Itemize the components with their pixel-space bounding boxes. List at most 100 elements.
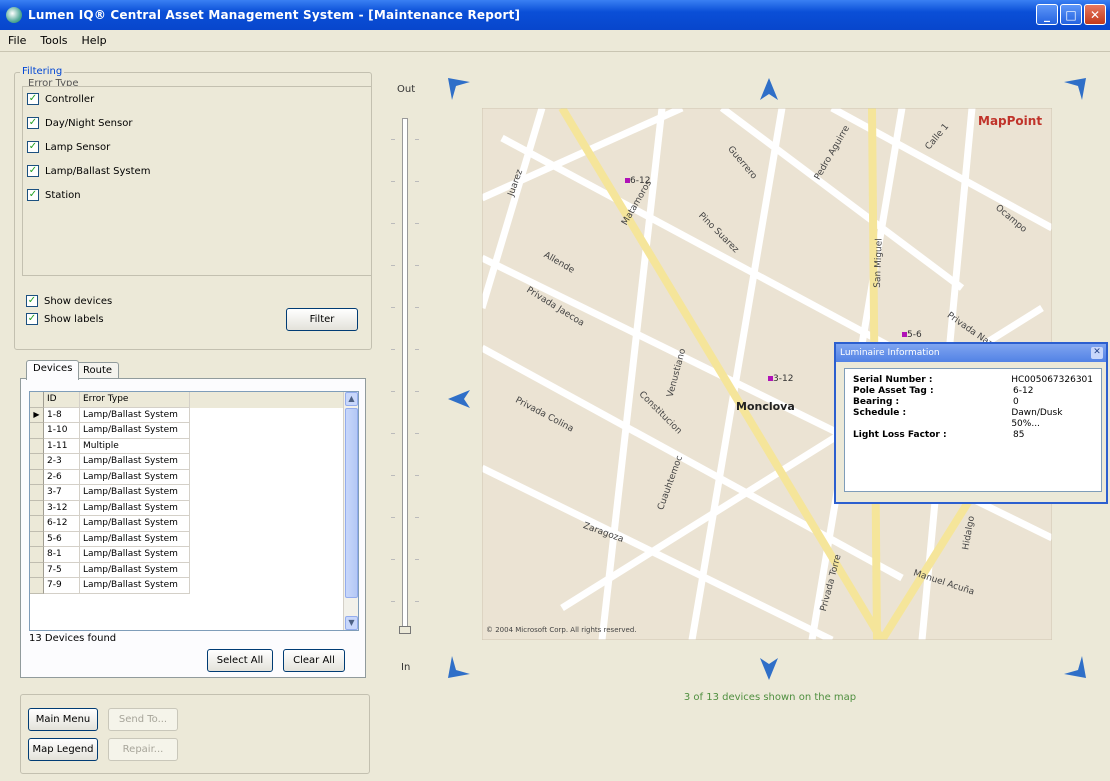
devices-panel: ID Error Type ▶ 1-8 Lamp/Ballast System 1-1… [20, 378, 366, 678]
send-to-button[interactable]: Send To... [108, 708, 178, 731]
scroll-up-icon[interactable]: ▲ [345, 392, 358, 406]
cell-id: 2-3 [44, 454, 80, 470]
row-selector[interactable] [30, 516, 44, 532]
scroll-thumb[interactable] [345, 408, 358, 598]
cell-id: 5-6 [44, 531, 80, 547]
info-row: Serial Number : HC005067326301 [853, 375, 1093, 386]
column-header-error-type[interactable]: Error Type [80, 392, 190, 408]
select-all-button[interactable]: Select All [207, 649, 273, 672]
table-row[interactable]: 7-9 Lamp/Ballast System [30, 578, 358, 594]
device-label: 3-12 [773, 374, 794, 384]
table-row[interactable]: 8-1 Lamp/Ballast System [30, 547, 358, 563]
zoom-tick [415, 433, 419, 434]
cell-id: 3-12 [44, 500, 80, 516]
menu-help[interactable]: Help [82, 34, 107, 47]
zoom-tick [391, 601, 395, 602]
pan-northeast-icon[interactable] [1062, 76, 1088, 102]
maximize-button[interactable]: □ [1060, 4, 1082, 25]
pan-northwest-icon[interactable] [446, 76, 472, 102]
checkbox-lamp-ballast-system[interactable]: ✓ Lamp/Ballast System [23, 159, 371, 183]
row-selector[interactable] [30, 562, 44, 578]
column-header-id[interactable]: ID [44, 392, 80, 408]
cell-error-type: Lamp/Ballast System [80, 531, 190, 547]
info-window-titlebar: Luminaire Information ✕ [836, 344, 1106, 362]
minimize-button[interactable]: _ [1036, 4, 1058, 25]
row-selector[interactable] [30, 454, 44, 470]
row-selector[interactable] [30, 438, 44, 454]
pan-west-icon[interactable] [446, 386, 472, 412]
table-row[interactable]: 1-10 Lamp/Ballast System [30, 423, 358, 439]
table-row[interactable]: 6-12 Lamp/Ballast System [30, 516, 358, 532]
map-legend-button[interactable]: Map Legend [28, 738, 98, 761]
row-selector[interactable] [30, 469, 44, 485]
table-row[interactable]: 7-5 Lamp/Ballast System [30, 562, 358, 578]
zoom-tick [391, 559, 395, 560]
pan-north-icon[interactable] [756, 76, 782, 102]
close-icon[interactable]: ✕ [1091, 347, 1103, 359]
checkbox-controller[interactable]: ✓ Controller [23, 87, 371, 111]
scroll-down-icon[interactable]: ▼ [345, 616, 358, 630]
info-row: Bearing : 0 [853, 397, 1093, 408]
checkbox-label: Day/Night Sensor [45, 117, 133, 129]
cell-id: 1-11 [44, 438, 80, 454]
row-selector[interactable] [30, 578, 44, 594]
cell-id: 2-6 [44, 469, 80, 485]
row-selector[interactable] [30, 547, 44, 563]
devices-table: ID Error Type ▶ 1-8 Lamp/Ballast System 1-1… [29, 391, 359, 631]
check-icon: ✓ [27, 189, 39, 201]
filter-button[interactable]: Filter [286, 308, 358, 331]
device-marker[interactable]: 5-6 [902, 330, 922, 340]
clear-all-button[interactable]: Clear All [283, 649, 345, 672]
zoom-slider-thumb[interactable] [399, 626, 411, 634]
menu-tools[interactable]: Tools [40, 34, 67, 47]
row-selector[interactable] [30, 423, 44, 439]
info-key: Light Loss Factor : [853, 430, 947, 440]
zoom-tick [415, 139, 419, 140]
row-selector[interactable] [30, 485, 44, 501]
street-label: San Miguel [872, 238, 885, 288]
zoom-tick [415, 181, 419, 182]
cell-error-type: Lamp/Ballast System [80, 562, 190, 578]
cell-error-type: Lamp/Ballast System [80, 469, 190, 485]
table-row[interactable]: ▶ 1-8 Lamp/Ballast System [30, 407, 358, 423]
table-row[interactable]: 3-7 Lamp/Ballast System [30, 485, 358, 501]
checkbox-show-labels[interactable]: ✓ Show labels [22, 310, 104, 328]
zoom-tick [391, 349, 395, 350]
menu-file[interactable]: File [8, 34, 26, 47]
table-row[interactable]: 5-6 Lamp/Ballast System [30, 531, 358, 547]
pan-southwest-icon[interactable] [446, 654, 472, 680]
row-selector[interactable] [30, 531, 44, 547]
zoom-tick [391, 223, 395, 224]
zoom-tick [415, 265, 419, 266]
window-controls: _ □ ✕ [1036, 4, 1106, 25]
zoom-tick [391, 265, 395, 266]
checkbox-lamp-sensor[interactable]: ✓ Lamp Sensor [23, 135, 371, 159]
check-icon: ✓ [27, 165, 39, 177]
table-row[interactable]: 2-6 Lamp/Ballast System [30, 469, 358, 485]
zoom-tick [415, 223, 419, 224]
cell-error-type: Lamp/Ballast System [80, 547, 190, 563]
checkbox-label: Lamp/Ballast System [45, 165, 151, 177]
pan-southeast-icon[interactable] [1062, 654, 1088, 680]
checkbox-show-devices[interactable]: ✓ Show devices [22, 292, 112, 310]
current-row-indicator-icon[interactable]: ▶ [30, 407, 44, 423]
checkbox-label: Show labels [44, 313, 104, 325]
window-title: Lumen IQ® Central Asset Management Syste… [28, 8, 521, 22]
table-row[interactable]: 3-12 Lamp/Ballast System [30, 500, 358, 516]
table-row[interactable]: 1-11 Multiple [30, 438, 358, 454]
checkbox-station[interactable]: ✓ Station [23, 183, 371, 207]
pan-south-icon[interactable] [756, 656, 782, 682]
repair-button[interactable]: Repair... [108, 738, 178, 761]
table-row[interactable]: 2-3 Lamp/Ballast System [30, 454, 358, 470]
table-scrollbar[interactable]: ▲ ▼ [343, 392, 358, 630]
zoom-slider[interactable] [391, 118, 419, 634]
checkbox-label: Lamp Sensor [45, 141, 111, 153]
cell-id: 1-10 [44, 423, 80, 439]
device-marker[interactable]: 6-12 [625, 176, 650, 186]
close-button[interactable]: ✕ [1084, 4, 1106, 25]
row-selector[interactable] [30, 500, 44, 516]
main-menu-button[interactable]: Main Menu [28, 708, 98, 731]
device-marker[interactable]: 3-12 [768, 374, 793, 384]
checkbox-day-night-sensor[interactable]: ✓ Day/Night Sensor [23, 111, 371, 135]
tab-devices[interactable]: Devices [26, 360, 80, 380]
